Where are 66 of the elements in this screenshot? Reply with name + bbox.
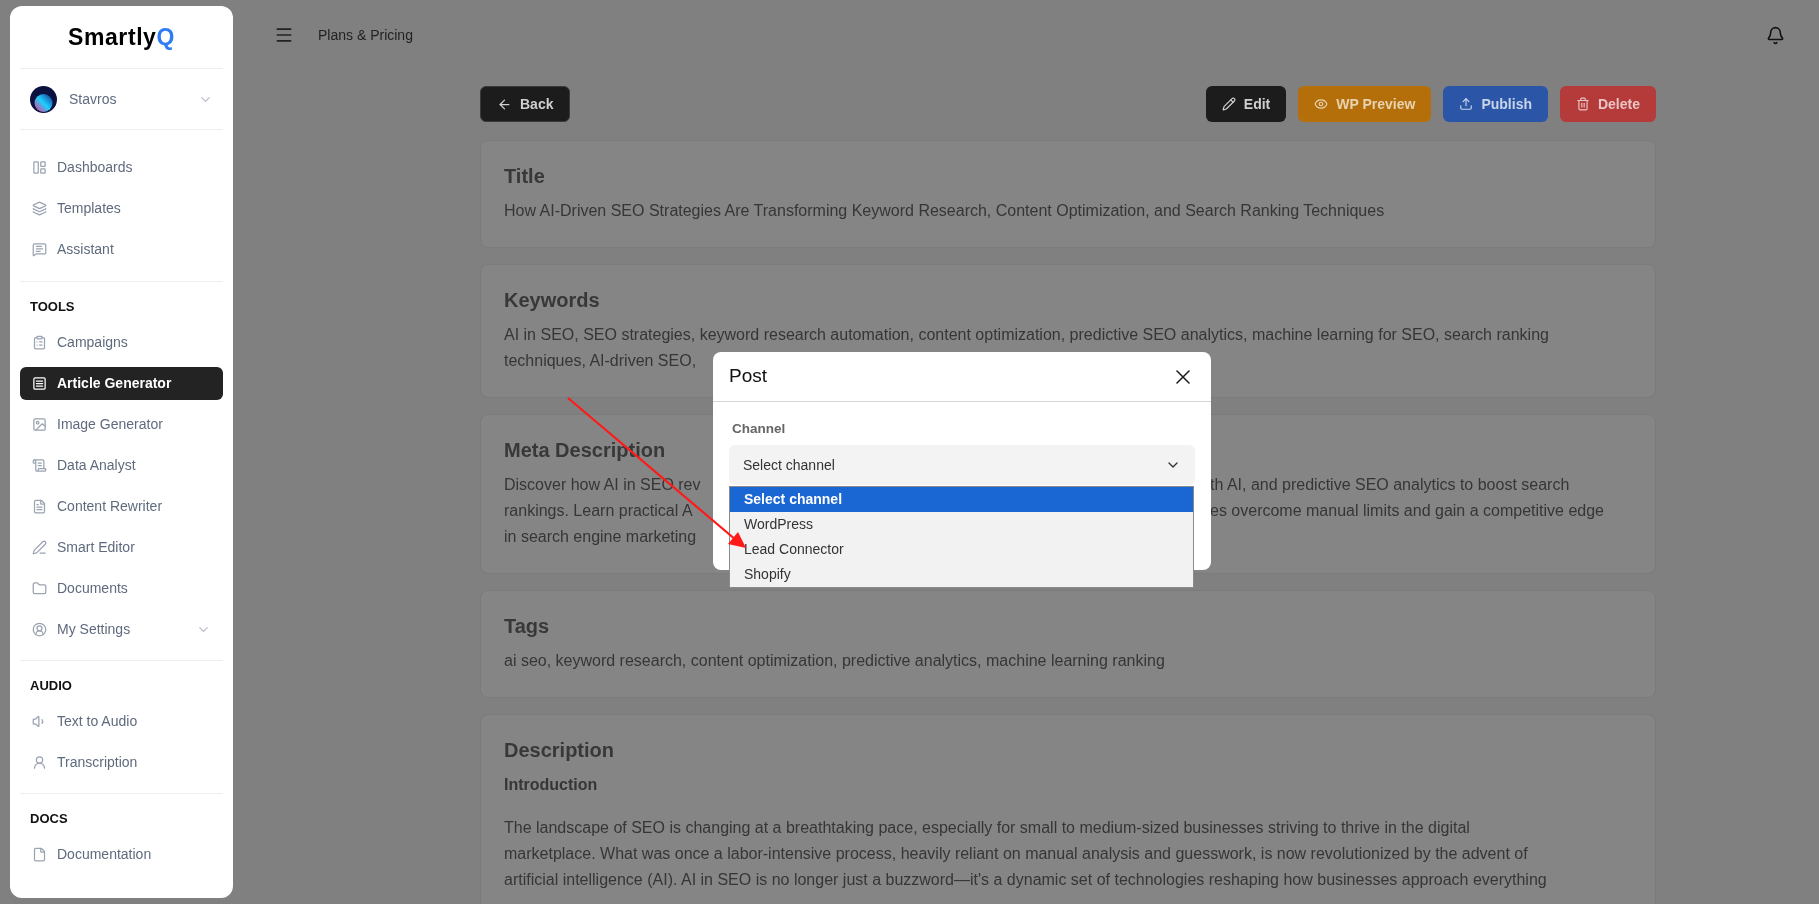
- action-button[interactable]: Delete: [1559, 86, 1656, 122]
- button-icon: [1221, 97, 1236, 111]
- button-icon: [1575, 97, 1590, 111]
- button-icon: [1314, 97, 1329, 111]
- channel-select[interactable]: Select channel: [729, 445, 1195, 485]
- button-icon: [1459, 97, 1474, 111]
- action-button[interactable]: Edit: [1205, 86, 1287, 122]
- bell-icon[interactable]: [1766, 25, 1785, 45]
- nav-icon: [32, 499, 47, 514]
- nav-icon: [32, 376, 47, 391]
- avatar[interactable]: [30, 85, 57, 113]
- nav-icon: [32, 201, 47, 216]
- body-text: AI in SEO, SEO strategies, keyword research automation, content optimization, predictive SEO analytics, machine learning for SEO, search ranking: [504, 326, 1549, 343]
- menu-icon[interactable]: [274, 25, 294, 45]
- body-text: es overcome manual limits and gain a competitive edge: [1210, 501, 1604, 521]
- card-heading: Description: [504, 738, 615, 763]
- dropdown-option[interactable]: Select channel: [730, 487, 1193, 512]
- nav-icon: [32, 242, 47, 257]
- nav-icon: [32, 847, 47, 862]
- logo[interactable]: SmartlyQ: [68, 19, 175, 55]
- dropdown-option[interactable]: Lead Connector: [730, 537, 1193, 562]
- nav-icon: [32, 417, 47, 432]
- nav-item[interactable]: Text to Audio: [20, 705, 223, 738]
- nav-item[interactable]: Assistant: [20, 233, 223, 266]
- body-text: How AI-Driven SEO Strategies Are Transforming Keyword Research, Content Optimization, and Search Ranking Techniques: [504, 202, 1385, 219]
- body-text: rankings. Learn practical A: [504, 501, 694, 521]
- body-text: techniques, AI-driven SEO,: [504, 352, 697, 369]
- nav-icon: [32, 622, 47, 637]
- body-text: th AI, and predictive SEO analytics to boost search: [1210, 475, 1570, 495]
- plans-link[interactable]: Plans & Pricing: [318, 24, 413, 46]
- nav-item[interactable]: Documentation: [20, 838, 223, 871]
- paragraph: The landscape of SEO is changing at a breathtaking pace, especially for small to medium-sized businesses striving to thrive in the digital marketplace. What was once a labor-intensive process, heavily reliant on manual analysis and guesswork, is now revolutionized by the advent of artificial intelligence (AI). AI in SEO is no longer just a buzzword—it's a dynamic set of technologies reshaping how businesses approach everything: [504, 818, 1547, 890]
- nav-item[interactable]: Transcription: [20, 746, 223, 779]
- field-label: Channel: [732, 420, 786, 437]
- nav-icon: [32, 581, 47, 596]
- dropdown-option[interactable]: Shopify: [730, 562, 1193, 587]
- card-heading: Title: [504, 164, 545, 189]
- nav-item[interactable]: Documents: [20, 572, 223, 605]
- body-text: Discover how AI in SEO rev: [504, 475, 702, 495]
- dropdown-option[interactable]: WordPress: [730, 512, 1193, 537]
- section-heading: AUDIO: [29, 677, 73, 694]
- back-button[interactable]: Back: [480, 86, 571, 122]
- section-heading: DOCS: [29, 810, 69, 827]
- action-button[interactable]: Publish: [1443, 86, 1548, 122]
- nav-icon: [32, 160, 47, 175]
- nav-icon: [32, 755, 47, 770]
- nav-item[interactable]: My Settings: [20, 613, 223, 646]
- body-text: ai seo, keyword research, content optimization, predictive analytics, machine learning ranking: [504, 652, 1165, 669]
- nav-icon: [32, 335, 47, 350]
- nav-item[interactable]: Campaigns: [20, 326, 223, 359]
- card-heading: Keywords: [504, 288, 600, 313]
- section-heading: TOOLS: [29, 298, 76, 315]
- nav-item[interactable]: Data Analyst: [20, 449, 223, 482]
- nav-item[interactable]: Article Generator: [20, 367, 223, 400]
- nav-item[interactable]: Content Rewriter: [20, 490, 223, 523]
- nav-item[interactable]: Image Generator: [20, 408, 223, 441]
- nav-item[interactable]: Templates: [20, 192, 223, 225]
- profile-name[interactable]: Stavros: [69, 88, 186, 110]
- subheading: Introduction: [504, 775, 598, 795]
- card-heading: Tags: [504, 614, 550, 639]
- nav-icon: [32, 540, 47, 555]
- dialog-title: Post: [729, 364, 768, 389]
- nav-item[interactable]: Dashboards: [20, 151, 223, 184]
- nav-icon: [32, 458, 47, 473]
- body-text: in search engine marketing: [504, 528, 697, 545]
- nav-item[interactable]: Smart Editor: [20, 531, 223, 564]
